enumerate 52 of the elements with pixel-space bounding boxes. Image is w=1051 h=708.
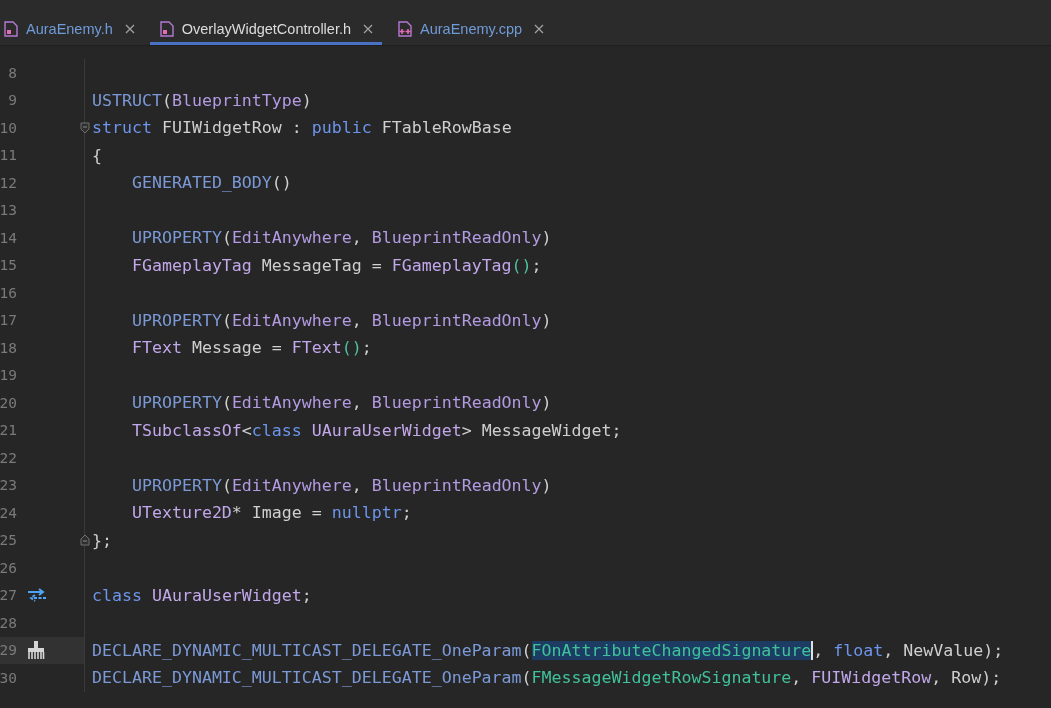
code-line: UPROPERTY(EditAnywhere, BlueprintReadOnly): [131, 309, 552, 332]
code-line: struct FUIWidgetRow : public FTableRowBase: [92, 117, 512, 139]
line-number: 23: [0, 477, 17, 494]
line-number: 27: [0, 587, 17, 604]
line-number: 8: [7, 64, 17, 81]
code-line: DECLARE_DYNAMIC_MULTICAST_DELEGATE_OneParam(FOnAttributeChangedSignature, float, NewValue);: [92, 639, 1004, 662]
close-icon[interactable]: [363, 23, 374, 34]
close-icon[interactable]: [534, 23, 545, 34]
line-number: 12: [0, 174, 17, 191]
file-plus-icon: [397, 20, 414, 37]
fold-icon[interactable]: [79, 534, 90, 547]
file-icon: [158, 20, 175, 37]
fold-icon[interactable]: [79, 121, 90, 134]
code-line: UPROPERTY(EditAnywhere, BlueprintReadOnly): [131, 392, 552, 414]
line-number: 21: [0, 422, 17, 439]
line-number: 13: [0, 202, 17, 219]
line-number: 10: [0, 119, 17, 136]
line-number: 16: [0, 284, 17, 301]
line-number: 15: [0, 257, 17, 274]
code-line: USTRUCT(BlueprintType): [92, 89, 312, 112]
code-line: DECLARE_DYNAMIC_MULTICAST_DELEGATE_OneParam(FMessageWidgetRowSignature, FUIWidgetRow, Row);: [92, 667, 1002, 689]
line-number: 20: [0, 394, 17, 411]
code-line: UTexture2D* Image = nullptr;: [131, 502, 412, 524]
editor-tab[interactable]: AuraEnemy.cpp: [388, 15, 554, 45]
code-line: TSubclassOf<class UAuraUserWidget> MessageWidget;: [131, 419, 622, 442]
line-number: 28: [0, 614, 17, 631]
close-icon[interactable]: [124, 23, 135, 34]
line-number: 11: [0, 147, 17, 164]
line-number: 24: [0, 504, 17, 521]
code-line: {: [92, 144, 102, 167]
file-icon: [3, 20, 19, 37]
editor-tab[interactable]: OverlayWidgetController.h: [149, 15, 383, 45]
line-number: 30: [0, 669, 17, 686]
line-number: 19: [0, 367, 17, 384]
line-number: 22: [0, 449, 17, 466]
code-line: GENERATED_BODY(): [131, 172, 292, 194]
brush-icon[interactable]: [27, 641, 45, 660]
code-line: };: [92, 529, 112, 552]
swap-arrows-icon[interactable]: [27, 588, 47, 603]
line-number: 18: [0, 339, 17, 356]
code-line: FGameplayTag MessageTag = FGameplayTag();: [131, 254, 542, 277]
line-number: 26: [0, 559, 17, 576]
line-number: 9: [7, 92, 17, 109]
line-number: 25: [0, 532, 17, 549]
code-line: class UAuraUserWidget;: [92, 584, 312, 607]
line-number: 17: [0, 312, 17, 329]
editor-tab[interactable]: AuraEnemy.h: [0, 15, 144, 45]
code-line: UPROPERTY(EditAnywhere, BlueprintReadOnly): [131, 474, 552, 497]
line-number: 29: [0, 642, 17, 659]
code-line: UPROPERTY(EditAnywhere, BlueprintReadOnly): [131, 227, 552, 249]
code-line: FText Message = FText();: [131, 337, 372, 359]
line-number: 14: [0, 229, 17, 246]
